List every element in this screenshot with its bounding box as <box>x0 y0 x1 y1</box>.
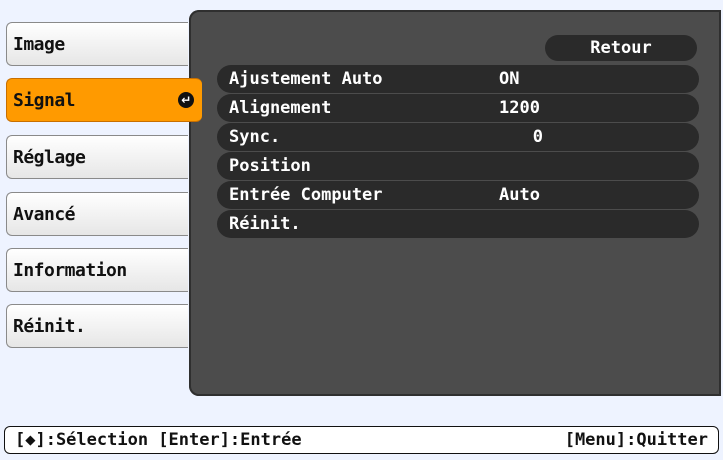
setting-row-entree-computer[interactable]: Entrée Computer Auto <box>217 181 699 209</box>
setting-value: 1200 <box>499 98 540 118</box>
menu-item-avance[interactable]: Avancé <box>6 192 188 236</box>
projector-menu-screen: Image Signal ↵ Réglage Avancé Informatio… <box>0 0 723 460</box>
menu-item-image[interactable]: Image <box>6 22 188 66</box>
help-right-text: [Menu]:Quitter <box>564 430 708 450</box>
setting-row-reinit[interactable]: Réinit. <box>217 210 699 238</box>
enter-icon: ↵ <box>178 92 194 108</box>
help-bar: [◆]:Sélection [Enter]:Entrée [Menu]:Quit… <box>4 426 719 454</box>
setting-row-sync[interactable]: Sync. 0 <box>217 123 699 151</box>
setting-row-alignement[interactable]: Alignement 1200 <box>217 94 699 122</box>
back-button[interactable]: Retour <box>545 35 697 61</box>
menu-item-reinit[interactable]: Réinit. <box>6 304 188 348</box>
menu-item-label: Signal <box>13 89 76 111</box>
menu-item-signal[interactable]: Signal ↵ <box>6 78 202 122</box>
setting-label: Ajustement Auto <box>229 69 383 89</box>
menu-item-label: Réinit. <box>13 315 86 337</box>
setting-label: Sync. <box>229 127 281 147</box>
menu-item-reglage[interactable]: Réglage <box>6 135 188 179</box>
back-button-label: Retour <box>590 38 652 58</box>
setting-label: Position <box>229 156 311 176</box>
setting-row-ajustement-auto[interactable]: Ajustement Auto ON <box>217 65 699 93</box>
setting-value: Auto <box>499 185 540 205</box>
setting-label: Entrée Computer <box>229 185 383 205</box>
setting-label: Réinit. <box>229 214 301 234</box>
setting-value: ON <box>499 69 520 89</box>
menu-item-label: Réglage <box>13 146 86 168</box>
setting-label: Alignement <box>229 98 332 118</box>
menu-item-label: Avancé <box>13 203 76 225</box>
menu-item-label: Information <box>13 259 127 281</box>
menu-item-information[interactable]: Information <box>6 248 188 292</box>
setting-row-position[interactable]: Position <box>217 152 699 180</box>
signal-settings-panel: Retour Ajustement Auto ON Alignement 120… <box>189 10 721 396</box>
setting-value: 0 <box>532 127 543 147</box>
menu-item-label: Image <box>13 33 65 55</box>
help-left-text: [◆]:Sélection [Enter]:Entrée <box>15 430 302 450</box>
